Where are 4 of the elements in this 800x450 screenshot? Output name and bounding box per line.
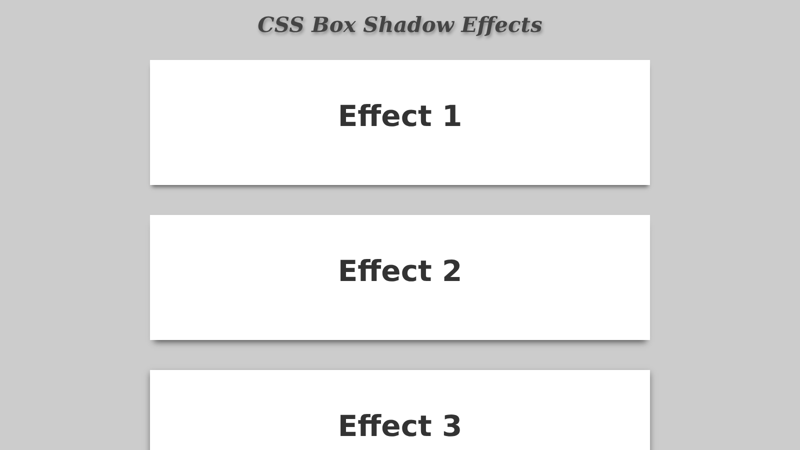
card-label: Effect 1 [338,98,462,134]
card-label: Effect 3 [338,408,462,444]
card-label: Effect 2 [338,253,462,289]
page-title: CSS Box Shadow Effects [258,11,542,39]
